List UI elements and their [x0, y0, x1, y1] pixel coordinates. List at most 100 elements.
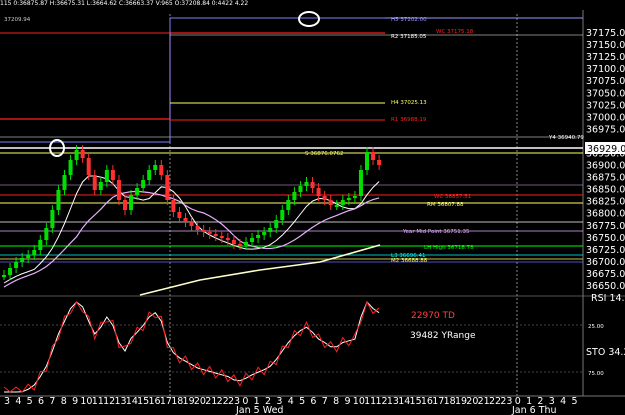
candle-body: [92, 175, 97, 190]
candle-body: [298, 186, 303, 192]
time-tick-label: 21: [478, 396, 490, 407]
price-tick-label: 36775.00: [586, 221, 625, 232]
price-tick-label: 36650.00: [586, 281, 625, 292]
candle-body: [195, 226, 200, 230]
time-tick-label: 16: [149, 396, 161, 407]
time-tick-label: 11: [92, 396, 104, 407]
candle-body: [286, 200, 291, 210]
time-tick-label: 13: [387, 396, 399, 407]
candle-body: [74, 150, 79, 160]
candle-body: [358, 170, 363, 196]
price-tick-label: 37050.00: [586, 88, 625, 99]
candle-body: [334, 205, 339, 207]
candle-body: [274, 220, 279, 228]
price-tick-label: 36700.00: [586, 257, 625, 268]
candle-body: [183, 218, 188, 222]
candle-body: [268, 228, 273, 232]
price-tick-label: 36675.00: [586, 269, 625, 280]
candle-body: [123, 200, 127, 210]
time-tick-label: 16: [421, 396, 433, 407]
time-tick-label: 6: [310, 396, 316, 407]
price-tick-label: 37150.00: [586, 40, 625, 51]
ind-25-label: 25.00: [588, 324, 604, 330]
label-r2: R2 37185.05: [391, 34, 427, 40]
candle-body: [377, 160, 382, 165]
time-tick-label: 7: [49, 396, 55, 407]
candle-body: [56, 190, 61, 210]
time-tick-label: 5: [571, 396, 577, 407]
time-tick-label: 12: [103, 396, 115, 407]
label-wc-low: WC 36857.51: [434, 194, 471, 200]
time-tick-label: 10: [80, 396, 92, 407]
candle-body: [262, 232, 267, 235]
candle-body: [110, 170, 115, 180]
candle-body: [44, 228, 49, 240]
label-s: S 36876.0762: [305, 151, 343, 157]
candle-body: [68, 160, 73, 175]
price-tick-label: 37125.00: [586, 52, 625, 63]
day-label-2: Jan 6 Thu: [511, 405, 557, 415]
candle-body: [80, 150, 85, 158]
candle-body: [371, 152, 376, 160]
candle-body: [2, 275, 6, 277]
time-tick-label: 9: [344, 396, 350, 407]
time-tick-label: 20: [194, 396, 206, 407]
candle-body: [280, 210, 285, 220]
price-tick-label: 36900.00: [586, 161, 625, 172]
day-label-1: Jan 5 Wed: [235, 405, 283, 415]
candle-body: [26, 255, 31, 258]
label-rm: RM 36807.88: [427, 202, 464, 208]
candle-body: [189, 222, 194, 226]
candle-body: [104, 170, 109, 182]
time-tick-label: 18: [444, 396, 456, 407]
price-tick-label: 36850.00: [586, 185, 625, 196]
price-chart[interactable]: H5 37202.00 R2 37185.05 WC 37175.18 H4 3…: [0, 0, 625, 415]
time-tick-label: 8: [61, 396, 67, 407]
time-tick-label: 15: [410, 396, 422, 407]
price-tick-label: 37100.00: [586, 64, 625, 75]
time-tick-label: 15: [137, 396, 149, 407]
time-tick-label: 11: [364, 396, 376, 407]
candle-body: [153, 165, 158, 170]
time-tick-label: 5: [299, 396, 305, 407]
candle-body: [292, 192, 297, 200]
candle-body: [225, 238, 230, 240]
time-tick-label: 6: [38, 396, 44, 407]
label-h4: H4 37025.13: [391, 100, 427, 106]
price-tick-label: 37175.00: [586, 28, 625, 39]
label-m2: M2 36688.88: [391, 258, 428, 264]
candle-body: [165, 175, 170, 200]
candle-body: [207, 232, 212, 234]
candle-body: [219, 236, 224, 238]
candle-body: [20, 258, 25, 262]
time-tick-label: 22: [217, 396, 229, 407]
ind-td-label: 22970 TD: [411, 311, 455, 321]
ind-sto-label: STO 34.2: [586, 347, 625, 358]
candle-body: [159, 165, 164, 175]
time-tick-label: 5: [27, 396, 33, 407]
label-left-box: 37209.94: [4, 17, 31, 23]
label-h5: H5 37202.00: [391, 17, 427, 23]
time-tick-label: 19: [455, 396, 467, 407]
candle-body: [129, 195, 134, 210]
time-tick-label: 21: [205, 396, 217, 407]
candle-body: [316, 188, 321, 196]
time-tick-label: 20: [466, 396, 478, 407]
time-tick-label: 3: [4, 396, 10, 407]
price-tick-label: 37075.00: [586, 76, 625, 87]
candle-body: [147, 170, 152, 180]
candle-body: [231, 240, 236, 244]
candle-body: [38, 240, 43, 250]
label-r1: R1 36988.19: [391, 117, 427, 123]
ind-rsi-label: RSI 14.6: [591, 293, 625, 304]
price-tick-label: 36875.00: [586, 173, 625, 184]
time-tick-label: 13: [114, 396, 126, 407]
candle-body: [62, 175, 67, 190]
candle-body: [346, 198, 351, 200]
candle-body: [8, 268, 13, 275]
candle-body: [98, 182, 103, 190]
time-tick-label: 9: [72, 396, 78, 407]
candle-body: [14, 262, 19, 268]
price-axis: 37175.0037150.0037125.0037100.0037075.00…: [586, 28, 625, 292]
candle-body: [50, 210, 55, 228]
